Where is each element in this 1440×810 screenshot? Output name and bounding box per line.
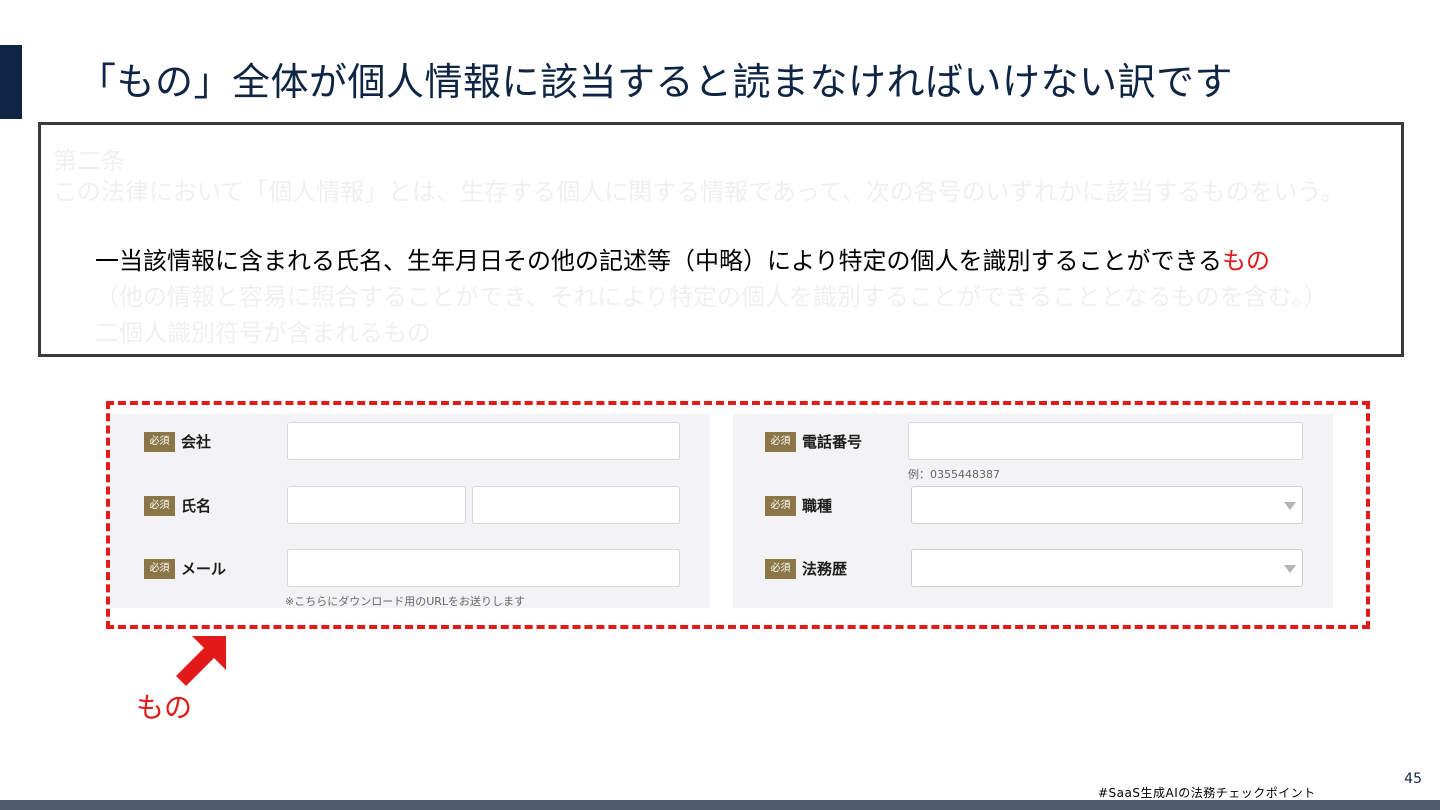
article-item-1: 一当該情報に含まれる氏名、生年月日その他の記述等（中略）により特定の個人を識別す… xyxy=(95,241,1270,276)
article-item-2: 二個人識別符号が含まれるもの xyxy=(95,319,431,347)
mono-annotation-label: もの xyxy=(136,691,193,724)
title-accent-bar xyxy=(0,45,22,119)
article-item-1-continuation: （他の情報と容易に照合することができ、それにより特定の個人を識別することができる… xyxy=(95,283,1328,311)
law-text-box: 第二条 この法律において「個人情報」とは、生存する個人に関する情報であって、次の… xyxy=(38,122,1404,357)
item-1-highlight: もの xyxy=(1222,247,1271,275)
footer-bar xyxy=(0,800,1440,810)
article-text: この法律において「個人情報」とは、生存する個人に関する情報であって、次の各号のい… xyxy=(53,178,1345,206)
highlight-dashed-frame xyxy=(106,401,1370,629)
page-number: 45 xyxy=(1404,771,1422,787)
item-1-text: 一当該情報に含まれる氏名、生年月日その他の記述等（中略）により特定の個人を識別す… xyxy=(95,247,1223,275)
footer-hashtag: #SaaS生成AIの法務チェックポイント xyxy=(1098,786,1316,800)
article-heading: 第二条 xyxy=(53,147,125,175)
slide-title: 「もの」全体が個人情報に該当すると読まなければいけない訳です xyxy=(78,60,1234,104)
arrow-up-right-icon xyxy=(176,636,226,686)
